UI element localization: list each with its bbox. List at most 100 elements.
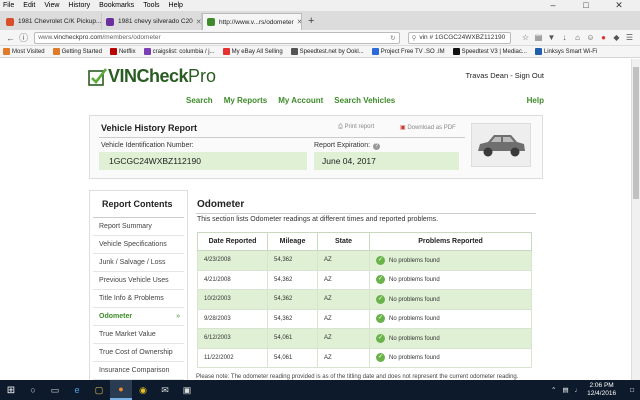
- bookmark-project-free-tv[interactable]: Project Free TV .SO .IM: [371, 48, 445, 55]
- menu-tools[interactable]: Tools: [143, 2, 159, 9]
- search-bar[interactable]: ⚲ vin # 1GCGC24WXBZ112190: [407, 31, 511, 44]
- new-tab-button[interactable]: +: [302, 13, 320, 30]
- bookmark-icon: [534, 48, 542, 55]
- url-bar[interactable]: www. vincheckpro.com/members/odometer ↻: [34, 31, 400, 44]
- nav-search-vehicles[interactable]: Search Vehicles: [334, 96, 395, 105]
- close-tab-icon[interactable]: ✕: [193, 18, 201, 26]
- vehicle-history-report-panel: Vehicle History Report ⎙ Print report ▣ …: [89, 115, 543, 179]
- menu-edit[interactable]: Edit: [23, 2, 35, 9]
- print-report-link[interactable]: ⎙ Print report: [338, 124, 374, 131]
- sidebar-item-insurance-comparison[interactable]: Insurance Comparison: [93, 362, 184, 380]
- sidebar-item-true-market-value[interactable]: True Market Value: [93, 326, 184, 344]
- chat-icon[interactable]: ☺: [584, 33, 597, 42]
- bookmark-netflix[interactable]: Netflix: [109, 48, 136, 55]
- sidebar-item-true-cost-of-ownership[interactable]: True Cost of Ownership: [93, 344, 184, 362]
- cell-problem: ✓ No problems found: [369, 347, 532, 368]
- column-header: State: [317, 232, 370, 251]
- sidebar-item-vehicle-specifications[interactable]: Vehicle Specifications: [93, 236, 184, 254]
- menu-bar: File Edit View History Bookmarks Tools H…: [0, 0, 640, 11]
- page-scrollbar[interactable]: [631, 59, 640, 380]
- pdf-label: Download as PDF: [407, 125, 456, 131]
- page-content: VINCheck Pro Travas Dean - Sign Out Searc…: [0, 59, 631, 380]
- mail-icon[interactable]: ✉: [154, 380, 176, 400]
- windows-start-icon[interactable]: ⊞: [0, 380, 22, 400]
- tab-chevrolet-pickup[interactable]: 1981 Chevrolet C/K Pickup... ✕: [2, 13, 102, 30]
- bookmark-most-visited[interactable]: Most Visited: [3, 48, 45, 55]
- maximize-icon[interactable]: □: [574, 0, 598, 11]
- download-icon[interactable]: ↓: [558, 33, 571, 42]
- check-icon: ✓: [376, 275, 385, 285]
- minimize-icon[interactable]: –: [541, 0, 565, 11]
- bookmark-speedtest[interactable]: Speedtest.net by Ookl...: [290, 48, 364, 55]
- reader-icon[interactable]: ▤: [532, 33, 545, 42]
- odometer-section: Odometer This section lists Odometer rea…: [196, 190, 543, 380]
- bookmark-icon: [143, 48, 151, 55]
- logo-pro-text: Pro: [188, 66, 217, 86]
- close-window-icon[interactable]: ✕: [607, 0, 631, 11]
- user-signout-link[interactable]: Travas Dean - Sign Out: [465, 71, 544, 80]
- firefox-icon[interactable]: ●: [110, 380, 132, 400]
- chrome-icon[interactable]: ◉: [132, 380, 154, 400]
- bookmark-ebay[interactable]: My eBay All Selling: [222, 48, 283, 55]
- menu-view[interactable]: View: [44, 2, 59, 9]
- bookmark-icon: [290, 48, 298, 55]
- nav-my-account[interactable]: My Account: [278, 96, 323, 105]
- star-icon[interactable]: ☆: [519, 33, 532, 42]
- tab-odometer[interactable]: http://www.v...rs/odometer ✕: [202, 13, 302, 30]
- bookmark-craigslist[interactable]: craigslist: columbia / j...: [143, 48, 215, 55]
- table-header-row: Date Reported Mileage State Problems Rep…: [197, 232, 532, 251]
- bookmark-icon: [52, 48, 60, 55]
- sidebar-item-label: Junk / Salvage / Loss: [99, 259, 166, 266]
- pocket-icon[interactable]: ▼: [545, 33, 558, 42]
- vincheckpro-logo[interactable]: VINCheck Pro: [88, 66, 216, 87]
- tray-up-icon[interactable]: ⌃: [551, 386, 556, 394]
- menu-help[interactable]: Help: [169, 2, 183, 9]
- volume-icon[interactable]: ♩: [575, 387, 582, 394]
- sidebar-item-title-info[interactable]: Title Info & Problems: [93, 290, 184, 308]
- bookmark-speedtest-v3[interactable]: Speedtest V3 | Mediac...: [452, 48, 527, 55]
- menu-history[interactable]: History: [68, 2, 90, 9]
- help-icon[interactable]: ?: [373, 143, 381, 150]
- store-icon[interactable]: ▣: [176, 380, 198, 400]
- menu-file[interactable]: File: [3, 2, 14, 9]
- nav-search[interactable]: Search: [186, 96, 213, 105]
- search-value: vin # 1GCGC24WXBZ112190: [419, 34, 506, 41]
- cell-state: AZ: [317, 250, 370, 271]
- file-explorer-icon[interactable]: ▢: [88, 380, 110, 400]
- sidebar-item-odometer[interactable]: Odometer »: [93, 308, 184, 326]
- sidebar-item-label: Insurance Comparison: [99, 367, 170, 374]
- notifications-icon[interactable]: □: [630, 387, 634, 394]
- reload-icon[interactable]: ↻: [390, 34, 395, 42]
- addon-icon[interactable]: ●: [597, 33, 610, 42]
- sidebar-item-junk-salvage-loss[interactable]: Junk / Salvage / Loss: [93, 254, 184, 272]
- home-icon[interactable]: ⌂: [571, 33, 584, 42]
- nav-my-reports[interactable]: My Reports: [224, 96, 268, 105]
- nav-help[interactable]: Help: [527, 96, 544, 105]
- bookmark-icon: [222, 48, 230, 55]
- task-view-icon[interactable]: ▭: [44, 380, 66, 400]
- tab-chevy-silverado[interactable]: 1981 chevy silverado C20 ✕: [102, 13, 202, 30]
- clock[interactable]: 2:06 PM 12/4/2016: [587, 382, 616, 398]
- edge-icon[interactable]: e: [66, 380, 88, 400]
- network-icon[interactable]: ▤: [562, 386, 568, 394]
- close-tab-icon[interactable]: ✕: [294, 18, 301, 26]
- cortana-icon[interactable]: ○: [22, 380, 44, 400]
- menu-bookmarks[interactable]: Bookmarks: [99, 2, 134, 9]
- problem-text: No problems found: [389, 355, 440, 362]
- back-icon[interactable]: ←: [4, 33, 17, 43]
- addon2-icon[interactable]: ◆: [610, 33, 623, 42]
- menu-icon[interactable]: ☰: [623, 33, 636, 42]
- sidebar-item-label: Report Summary: [99, 223, 152, 230]
- sidebar-item-report-summary[interactable]: Report Summary: [93, 218, 184, 236]
- sidebar-item-label: Vehicle Specifications: [99, 241, 167, 248]
- bookmark-getting-started[interactable]: Getting Started: [52, 48, 102, 55]
- download-pdf-link[interactable]: ▣ Download as PDF: [400, 124, 456, 131]
- check-icon: ✓: [376, 255, 385, 265]
- bookmark-label: Netflix: [118, 48, 136, 55]
- sidebar-item-label: Title Info & Problems: [99, 295, 164, 302]
- clock-date: 12/4/2016: [587, 390, 617, 397]
- sidebar-item-previous-vehicle-uses[interactable]: Previous Vehicle Uses: [93, 272, 184, 290]
- info-icon[interactable]: ⓘ: [17, 31, 30, 44]
- bookmark-linksys[interactable]: Linksys Smart Wi-Fi: [534, 48, 597, 55]
- scrollbar-thumb[interactable]: [633, 67, 639, 199]
